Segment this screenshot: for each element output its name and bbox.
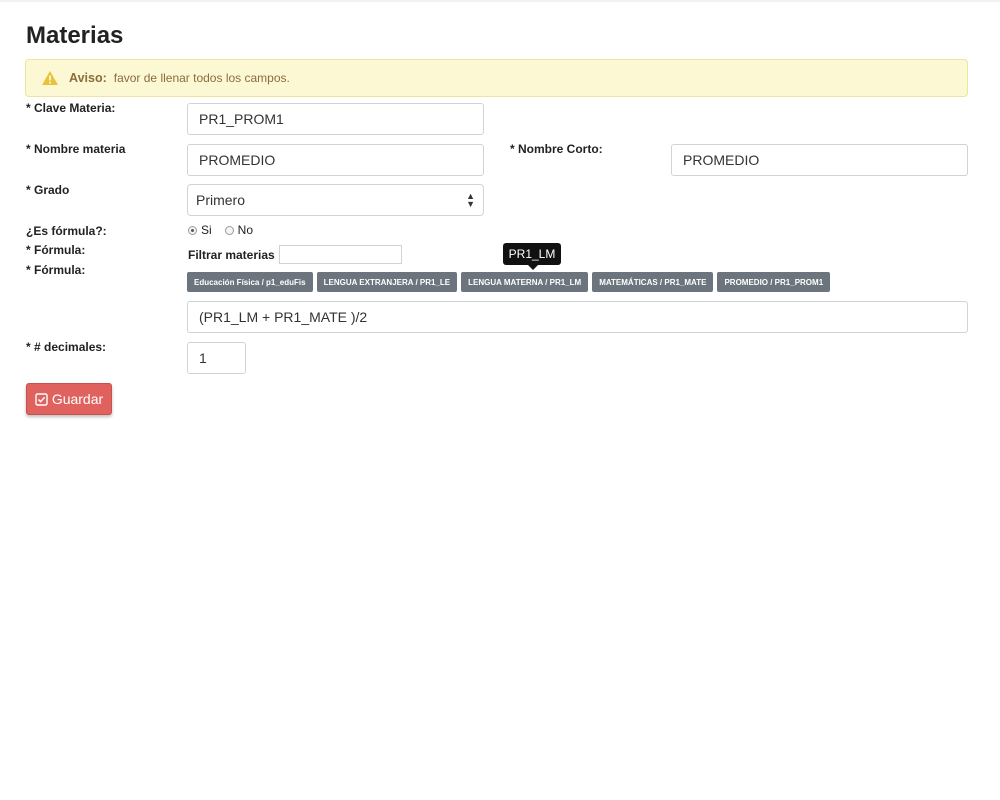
materias-chip-list: Educación Física / p1_eduFis LENGUA EXTR… bbox=[187, 272, 831, 292]
decimales-input[interactable]: 1 bbox=[187, 342, 246, 374]
guardar-button-label: Guardar bbox=[51, 391, 104, 407]
filtrar-materias-input[interactable] bbox=[279, 245, 402, 264]
nombre-corto-input[interactable]: PROMEDIO bbox=[671, 144, 968, 176]
chip-matematicas[interactable]: MATEMÁTICAS / PR1_MATE bbox=[592, 272, 714, 292]
select-arrows-icon: ▲ ▼ bbox=[466, 191, 475, 209]
radio-no-label: No bbox=[237, 223, 254, 237]
guardar-button[interactable]: Guardar bbox=[26, 383, 112, 415]
radio-si-label: Si bbox=[201, 223, 212, 237]
top-border bbox=[0, 0, 1000, 2]
alert-message: favor de llenar todos los campos. bbox=[113, 71, 290, 85]
grado-select[interactable]: Primero ▲ ▼ bbox=[187, 184, 484, 216]
warning-alert: Aviso: favor de llenar todos los campos. bbox=[25, 59, 968, 97]
checkbox-icon bbox=[35, 392, 48, 406]
warning-icon bbox=[42, 71, 58, 85]
chip-lengua-materna[interactable]: LENGUA MATERNA / PR1_LM bbox=[461, 272, 589, 292]
chip-promedio[interactable]: PROMEDIO / PR1_PROM1 bbox=[717, 272, 831, 292]
clave-materia-input[interactable]: PR1_PROM1 bbox=[187, 103, 484, 135]
nombre-materia-label: * Nombre materia bbox=[26, 142, 126, 156]
formula-input[interactable]: (PR1_LM + PR1_MATE )/2 bbox=[187, 301, 968, 333]
nombre-corto-label: * Nombre Corto: bbox=[510, 142, 603, 156]
radio-si[interactable] bbox=[188, 225, 197, 235]
chip-educacion-fisica[interactable]: Educación Física / p1_eduFis bbox=[187, 272, 313, 292]
clave-materia-label: * Clave Materia: bbox=[26, 101, 116, 115]
grado-selected-value: Primero bbox=[196, 192, 246, 208]
radio-no[interactable] bbox=[224, 225, 234, 235]
es-formula-label: ¿Es fórmula?: bbox=[26, 224, 107, 238]
alert-label: Aviso: bbox=[69, 71, 107, 85]
decimales-label: * # decimales: bbox=[26, 340, 107, 354]
filtrar-materias-label: Filtrar materias : bbox=[188, 248, 283, 262]
nombre-materia-input[interactable]: PROMEDIO bbox=[187, 144, 484, 176]
chip-lengua-extranjera[interactable]: LENGUA EXTRANJERA / PR1_LE bbox=[316, 272, 458, 292]
page-title: Materias bbox=[26, 22, 124, 49]
grado-label: * Grado bbox=[26, 183, 70, 197]
chip-tooltip: PR1_LM bbox=[503, 243, 561, 270]
formula-label: * Fórmula: bbox=[26, 243, 86, 257]
es-formula-radio-group: Si No bbox=[188, 223, 266, 237]
formula-label-2: * Fórmula: bbox=[26, 263, 86, 277]
